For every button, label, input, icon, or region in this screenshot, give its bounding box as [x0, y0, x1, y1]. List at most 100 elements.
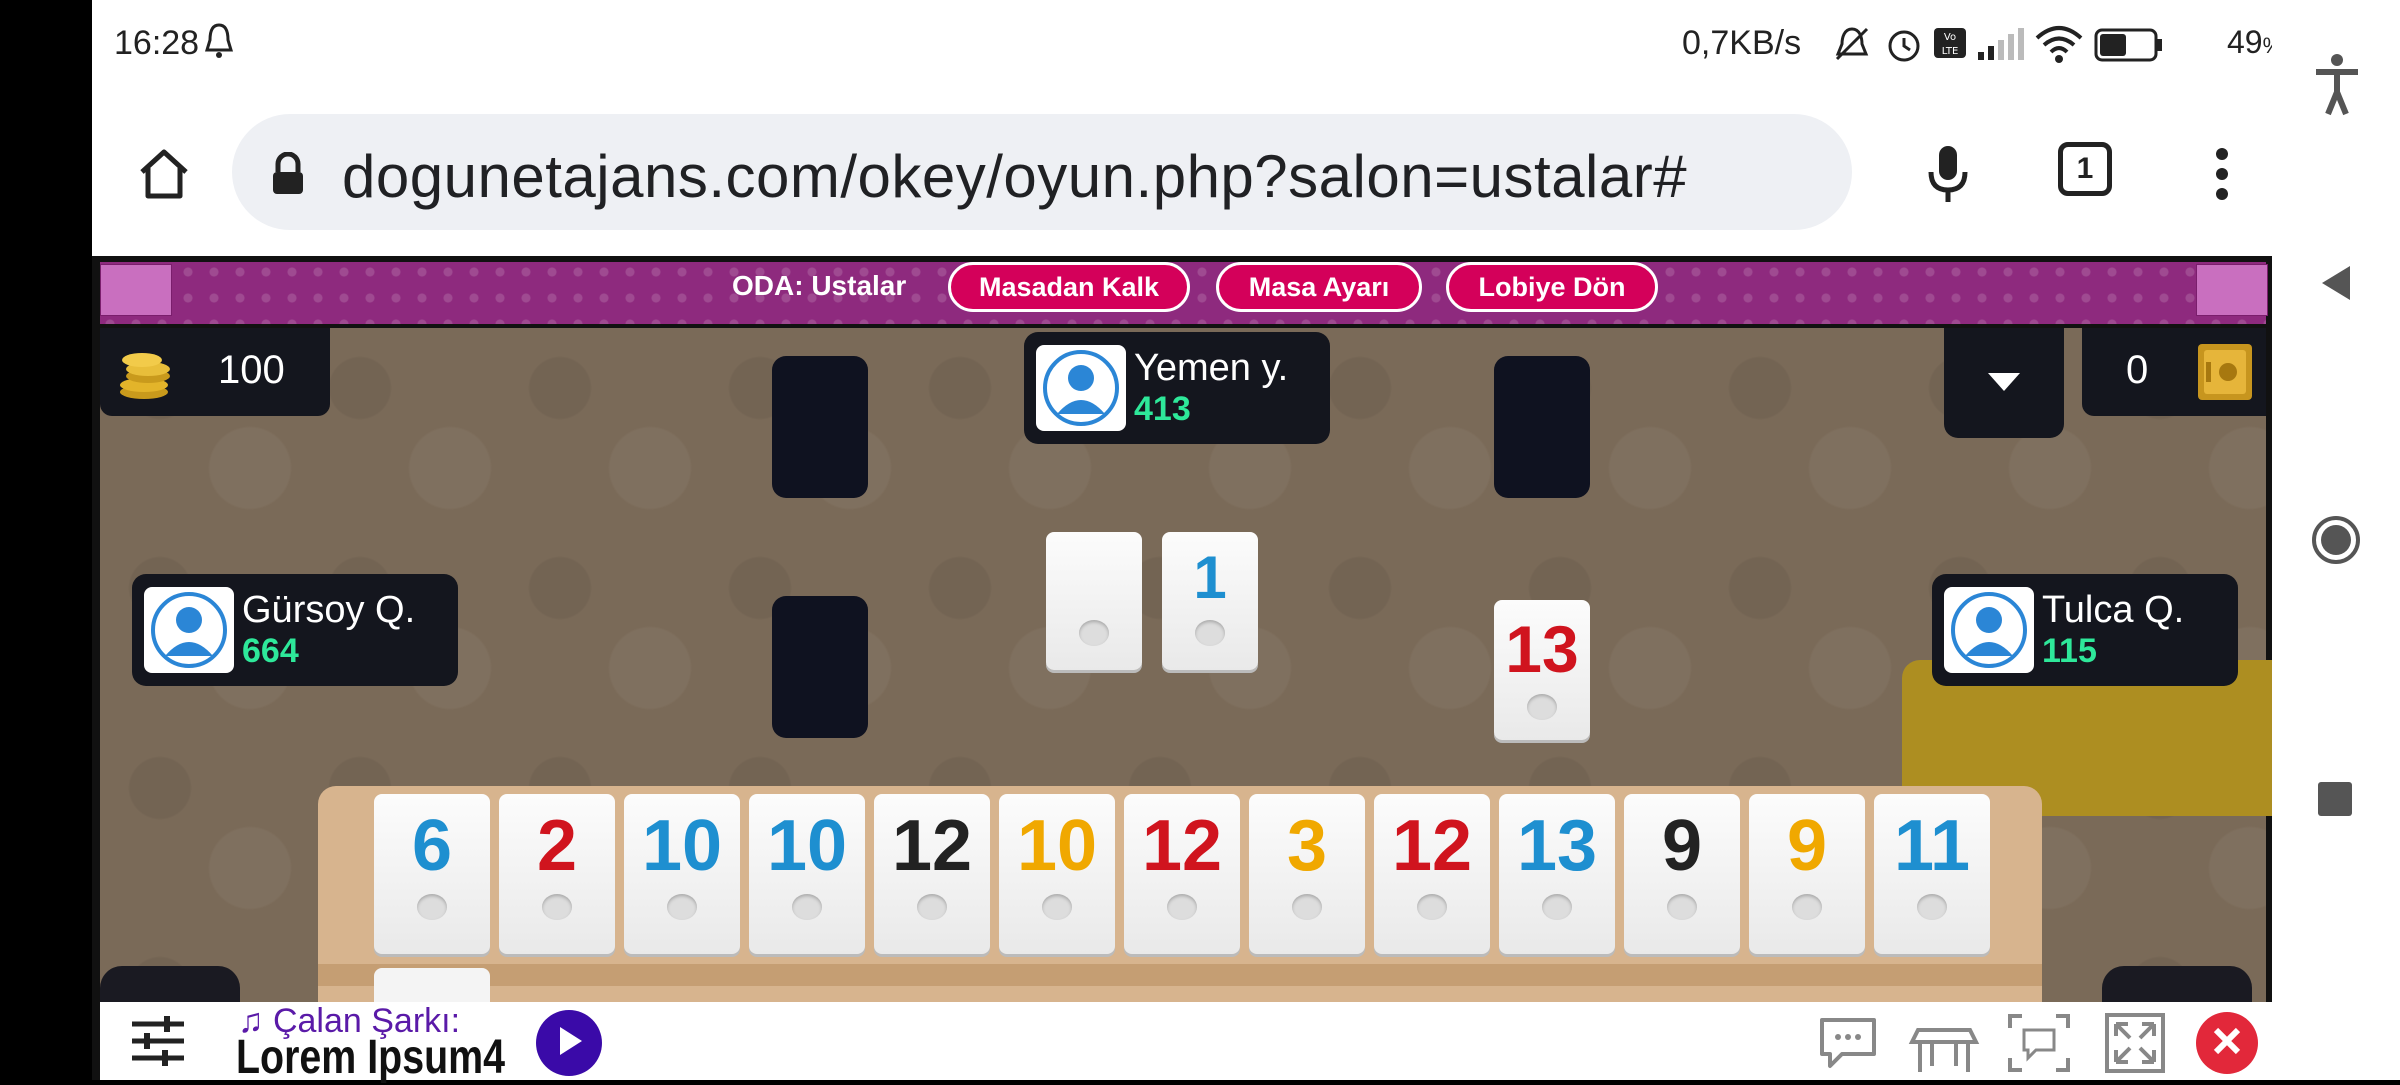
volte-icon: Vo LTE [1932, 26, 1968, 64]
network-speed: 0,7KB/s [1682, 24, 1802, 62]
tile-dot [1917, 894, 1947, 920]
tile-number: 6 [411, 806, 453, 886]
center-tile[interactable]: 1 [1162, 532, 1258, 670]
more-menu-icon[interactable] [2192, 138, 2252, 210]
tile-dot [1542, 894, 1572, 920]
status-time: 16:28 [114, 24, 200, 62]
tile-dot [667, 894, 697, 920]
tab-count: 1 [2076, 152, 2094, 185]
tile-number: 12 [1391, 806, 1473, 886]
avatar [144, 587, 234, 673]
tile-dot [1079, 620, 1109, 646]
tile-number: 11 [1893, 806, 1971, 886]
tile-number [1086, 548, 1103, 608]
back-to-lobby-button[interactable]: Lobiye Dön [1446, 262, 1658, 312]
song-title: Lorem Ipsum4 [236, 1031, 506, 1084]
rack-tile[interactable]: 10 [999, 794, 1115, 954]
recents-icon[interactable] [2318, 782, 2352, 816]
notification-bell-icon [204, 22, 234, 64]
tile-number: 9 [1786, 806, 1828, 886]
tile-number: 12 [891, 806, 973, 886]
close-button[interactable] [2196, 1012, 2258, 1074]
tile-dot [1667, 894, 1697, 920]
home-button-icon[interactable] [2310, 514, 2362, 570]
player-top: Yemen y. 413 [1024, 332, 1330, 444]
chip-count: 100 [218, 348, 285, 392]
table-settings-button[interactable]: Masa Ayarı [1216, 262, 1422, 312]
table-icon[interactable] [1908, 1016, 1980, 1080]
player-score: 413 [1134, 390, 1191, 428]
chip-counter: 100 [100, 328, 330, 416]
tile-dot [1417, 894, 1447, 920]
svg-text:LTE: LTE [1942, 46, 1959, 57]
gold-coins-icon [114, 342, 174, 406]
tile-slot[interactable] [772, 596, 868, 738]
rack-tile[interactable]: 11 [1874, 794, 1990, 954]
rack-tile[interactable]: 13 [1499, 794, 1615, 954]
safe-count: 0 [2126, 348, 2149, 392]
dropdown-toggle[interactable] [1944, 328, 2064, 438]
tile-dot [1167, 894, 1197, 920]
close-icon [2212, 1026, 2242, 1060]
rack-tile[interactable]: 6 [374, 794, 490, 954]
chat-expand-icon[interactable] [2006, 1012, 2072, 1078]
player-score: 115 [2042, 632, 2097, 670]
back-icon[interactable] [2316, 262, 2356, 308]
signal-icon [1976, 26, 2026, 66]
rack-lower-shelf [318, 964, 2042, 986]
room-label: ODA: Ustalar [732, 270, 907, 301]
home-icon[interactable] [128, 138, 200, 210]
tile-dot [1292, 894, 1322, 920]
sliders-icon[interactable] [128, 1012, 188, 1074]
safe-counter: 0 [2082, 328, 2266, 416]
tile-slot[interactable] [772, 356, 868, 498]
player-name: Gürsoy Q. [242, 589, 416, 631]
tile-number: 13 [1505, 612, 1579, 686]
lock-icon [270, 151, 306, 200]
banner-right-toggle[interactable] [2196, 264, 2268, 316]
tile-number: 10 [766, 806, 848, 886]
game-area: ODA: Ustalar Masadan Kalk Masa Ayarı Lob… [92, 256, 2272, 1080]
battery-icon [2094, 28, 2164, 66]
tile-number: 10 [1016, 806, 1098, 886]
rack-tile[interactable]: 2 [499, 794, 615, 954]
tile-dot [1042, 894, 1072, 920]
tile-slot[interactable] [1494, 356, 1590, 498]
address-bar[interactable]: dogunetajans.com/okey/oyun.php?salon=ust… [232, 114, 1852, 230]
rack-tile[interactable]: 9 [1624, 794, 1740, 954]
rack-tile[interactable]: 12 [1374, 794, 1490, 954]
microphone-icon[interactable] [1912, 138, 1984, 210]
rack-tile[interactable]: 10 [624, 794, 740, 954]
tile-number: 12 [1141, 806, 1223, 886]
rack-tile[interactable]: 10 [749, 794, 865, 954]
player-right: Tulca Q. 115 [1932, 574, 2238, 686]
tile-number: 2 [536, 806, 578, 886]
play-icon [554, 1024, 584, 1062]
tile-dot [417, 894, 447, 920]
rack-tile[interactable]: 9 [1749, 794, 1865, 954]
rack-tiles: 6 2 10 10 12 10 12 3 12 13 9 9 11 [374, 794, 1994, 954]
leave-table-button[interactable]: Masadan Kalk [948, 262, 1190, 312]
chat-icon[interactable] [1816, 1014, 1880, 1076]
center-tile[interactable] [1046, 532, 1142, 670]
banner-left-toggle[interactable] [100, 264, 172, 316]
accessibility-icon[interactable] [2312, 52, 2362, 120]
safe-icon [2196, 342, 2254, 406]
url-text: dogunetajans.com/okey/oyun.php?salon=ust… [342, 143, 1688, 210]
rack-tile[interactable]: 12 [874, 794, 990, 954]
rack-tile[interactable]: 3 [1249, 794, 1365, 954]
browser-toolbar: dogunetajans.com/okey/oyun.php?salon=ust… [92, 96, 2272, 258]
tile-dot [542, 894, 572, 920]
discard-tile[interactable]: 13 [1494, 600, 1590, 740]
tab-switcher-button[interactable]: 1 [2058, 142, 2112, 196]
tile-dot [917, 894, 947, 920]
tile-dot [1792, 894, 1822, 920]
rack-tile[interactable]: 12 [1124, 794, 1240, 954]
tile-dot [792, 894, 822, 920]
tile-dot [1195, 620, 1225, 646]
avatar [1944, 587, 2034, 673]
wifi-icon [2034, 24, 2084, 68]
play-button[interactable] [536, 1010, 602, 1076]
fullscreen-icon[interactable] [2104, 1012, 2166, 1078]
avatar [1036, 345, 1126, 431]
